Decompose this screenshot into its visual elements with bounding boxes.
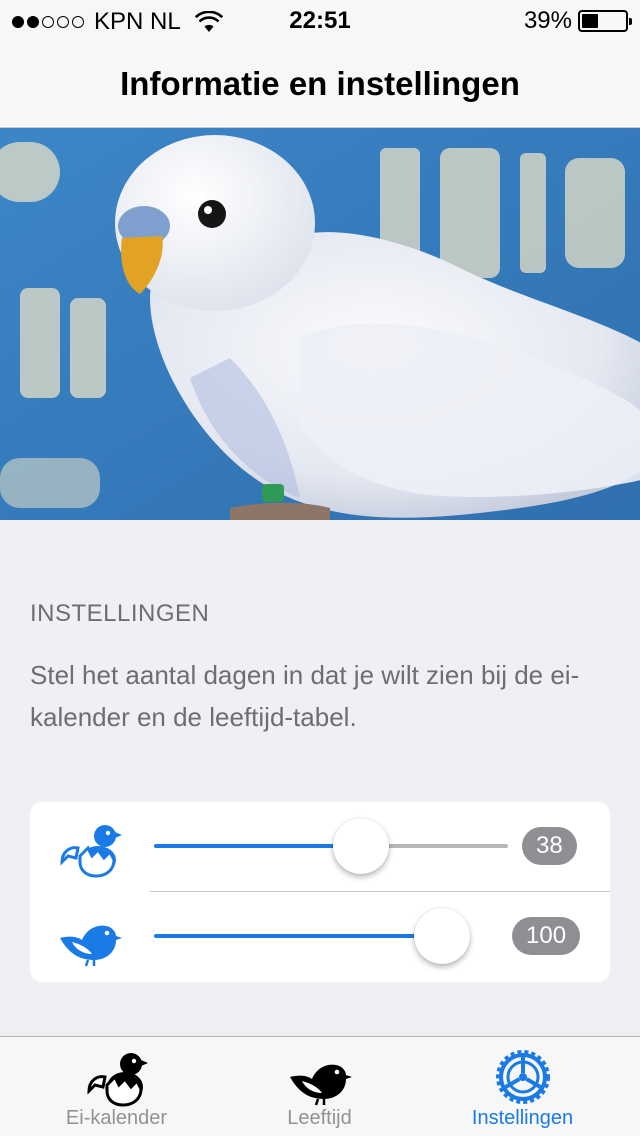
egg-calendar-days-value: 38 xyxy=(522,827,577,865)
egg-calendar-slider-thumb[interactable] xyxy=(332,818,389,874)
tab-bar: Ei-kalender Leeftijd Instellingen xyxy=(0,1036,640,1136)
egg-calendar-days-row: 38 xyxy=(30,802,610,892)
hatching-chick-icon xyxy=(86,1053,148,1107)
status-bar: KPN NL 22:51 39% xyxy=(0,0,640,40)
status-right: 39% xyxy=(523,7,632,35)
battery-fill xyxy=(582,14,599,28)
battery-icon xyxy=(578,10,632,32)
settings-wheel-icon xyxy=(495,1050,550,1104)
egg-calendar-slider-fill xyxy=(154,844,361,848)
tab-leeftijd[interactable]: Leeftijd xyxy=(213,1037,426,1136)
bird-icon xyxy=(289,1064,352,1106)
age-table-slider-thumb[interactable] xyxy=(414,908,470,964)
bird-icon xyxy=(60,925,122,967)
page-title: Informatie en instellingen xyxy=(120,64,520,102)
tab-label: Leeftijd xyxy=(287,1107,352,1129)
tab-label: Ei-kalender xyxy=(65,1107,168,1129)
tab-ei-kalender[interactable]: Ei-kalender xyxy=(10,1037,223,1136)
budgie-photo xyxy=(0,128,640,520)
settings-section-header: INSTELLINGEN xyxy=(30,600,210,627)
settings-description: Stel het aantal dagen in dat je wilt zie… xyxy=(30,660,580,732)
age-table-days-row: 100 xyxy=(30,892,610,982)
age-table-days-value: 100 xyxy=(512,917,581,955)
hatching-chick-icon xyxy=(60,825,122,878)
navigation-bar: Informatie en instellingen xyxy=(0,40,640,128)
tab-instellingen[interactable]: Instellingen xyxy=(416,1037,629,1136)
battery-percentage: 39% xyxy=(523,7,572,34)
age-table-slider-fill xyxy=(154,934,442,938)
settings-card: 38 100 xyxy=(30,802,610,982)
tab-label: Instellingen xyxy=(471,1107,574,1129)
budgie-photo-illustration xyxy=(0,128,640,520)
